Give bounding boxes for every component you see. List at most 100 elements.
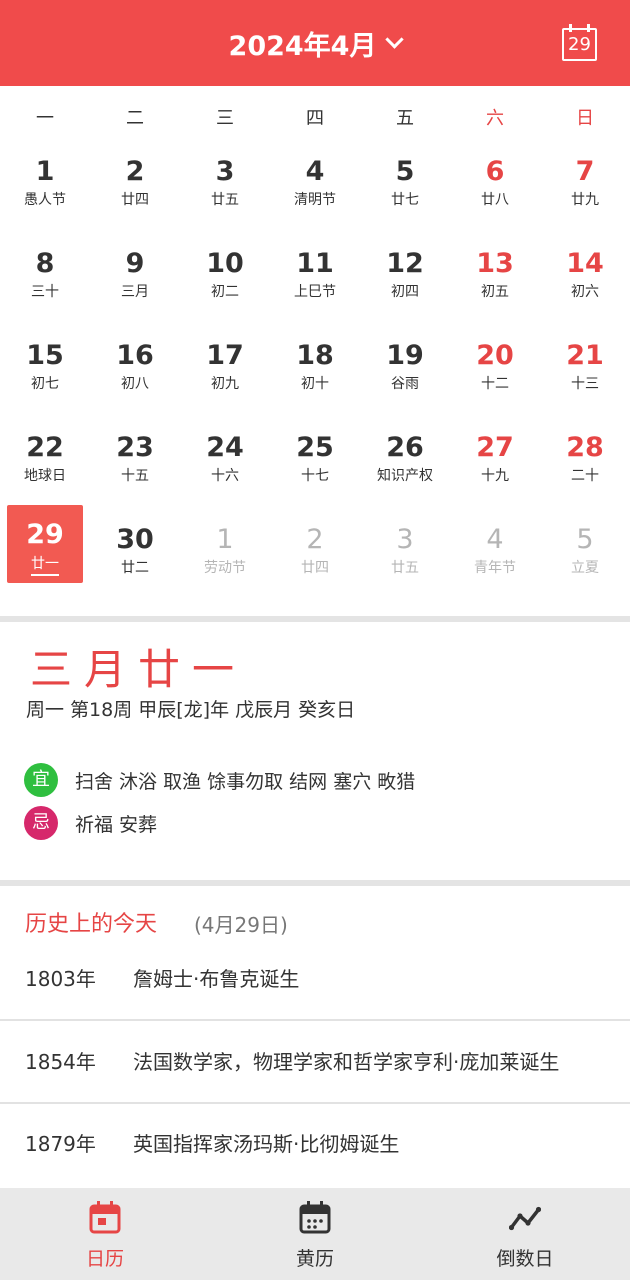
month-title: 2024年4月 <box>228 30 377 62</box>
history-year: 1854年 <box>25 1050 96 1074</box>
day-number: 29 <box>26 519 64 550</box>
calendar-day-selected[interactable]: 29 廿一 <box>0 505 90 600</box>
lunar-label: 清明节 <box>294 192 336 208</box>
day-number: 1 <box>35 156 55 187</box>
history-item[interactable]: 1854年 法国数学家，物理学家和哲学家亨利·庞加莱诞生 <box>0 1021 630 1103</box>
day-number: 5 <box>576 524 594 555</box>
day-number: 22 <box>26 432 64 463</box>
calendar-day[interactable]: 30 廿二 <box>90 508 180 600</box>
lunar-label: 知识产权 <box>377 468 433 484</box>
lunar-label: 初四 <box>391 284 419 300</box>
calendar-pin-right <box>587 24 590 32</box>
calendar-day[interactable]: 28 二十 <box>540 416 630 508</box>
calendar-day-next-month[interactable]: 4 青年节 <box>450 508 540 600</box>
lunar-label: 初九 <box>211 376 239 392</box>
history-item[interactable]: 1803年 詹姆士·布鲁克诞生 <box>0 938 630 1020</box>
calendar-day[interactable]: 4 清明节 <box>270 140 360 232</box>
calendar-day[interactable]: 7 廿九 <box>540 140 630 232</box>
history-event: 詹姆士·布鲁克诞生 <box>133 967 300 991</box>
calendar-day[interactable]: 13 初五 <box>450 232 540 324</box>
today-button[interactable]: 29 <box>562 24 599 61</box>
history-event: 法国数学家，物理学家和哲学家亨利·庞加莱诞生 <box>133 1050 560 1074</box>
lunar-label: 廿二 <box>121 560 149 576</box>
calendar-week: 29 廿一 30 廿二 1 劳动节 2 廿四 3 廿五 4 青年节 5 立夏 <box>0 505 630 600</box>
calendar-day[interactable]: 5 廿七 <box>360 140 450 232</box>
section-divider <box>0 616 630 622</box>
calendar-day[interactable]: 14 初六 <box>540 232 630 324</box>
lunar-label: 十七 <box>301 468 329 484</box>
calendar-day[interactable]: 9 三月 <box>90 232 180 324</box>
history-event: 英国指挥家汤玛斯·比彻姆诞生 <box>133 1132 400 1156</box>
lunar-label: 廿一 <box>31 554 59 576</box>
ji-badge: 忌 <box>24 806 58 840</box>
lunar-label: 初七 <box>31 376 59 392</box>
lunar-label: 廿八 <box>481 192 509 208</box>
calendar-day[interactable]: 11 上巳节 <box>270 232 360 324</box>
month-selector[interactable]: 2024年4月 <box>0 0 630 86</box>
ji-text: 祈福 安葬 <box>75 813 158 836</box>
calendar-day[interactable]: 22 地球日 <box>0 416 90 508</box>
calendar-day[interactable]: 18 初十 <box>270 324 360 416</box>
app-header: 2024年4月 29 <box>0 0 630 86</box>
day-number: 27 <box>476 432 514 463</box>
tab-label: 日历 <box>85 1248 124 1270</box>
day-number: 2 <box>306 524 324 555</box>
day-number: 30 <box>116 524 154 555</box>
date-info: 周一 第18周 甲辰[龙]年 戊辰月 癸亥日 <box>26 699 356 721</box>
calendar-day[interactable]: 12 初四 <box>360 232 450 324</box>
day-number: 10 <box>206 248 244 279</box>
calendar-day[interactable]: 6 廿八 <box>450 140 540 232</box>
lunar-label: 青年节 <box>474 560 516 576</box>
history-title: 历史上的今天 <box>25 912 158 937</box>
calendar-day-next-month[interactable]: 5 立夏 <box>540 508 630 600</box>
calendar-day[interactable]: 2 廿四 <box>90 140 180 232</box>
chevron-down-icon <box>385 29 405 49</box>
lunar-label: 初十 <box>301 376 329 392</box>
calendar-day-next-month[interactable]: 3 廿五 <box>360 508 450 600</box>
calendar-day[interactable]: 10 初二 <box>180 232 270 324</box>
day-number: 11 <box>296 248 334 279</box>
tab-label: 黄历 <box>295 1248 334 1270</box>
calendar-day[interactable]: 20 十二 <box>450 324 540 416</box>
day-number: 4 <box>486 524 504 555</box>
day-number: 24 <box>206 432 244 463</box>
calendar-icon <box>89 1201 121 1234</box>
tab-almanac[interactable]: 黄历 <box>210 1188 420 1280</box>
calendar-day[interactable]: 27 十九 <box>450 416 540 508</box>
day-number: 3 <box>396 524 414 555</box>
calendar-day[interactable]: 25 十七 <box>270 416 360 508</box>
day-number: 25 <box>296 432 334 463</box>
history-year: 1803年 <box>25 967 96 991</box>
day-number: 13 <box>476 248 514 279</box>
day-number: 26 <box>386 432 424 463</box>
ji-row: 忌 祈福 安葬 <box>24 806 157 840</box>
calendar-day[interactable]: 19 谷雨 <box>360 324 450 416</box>
calendar-week: 1 愚人节 2 廿四 3 廿五 4 清明节 5 廿七 6 廿八 7 廿九 <box>0 140 630 232</box>
calendar-day[interactable]: 3 廿五 <box>180 140 270 232</box>
history-year: 1879年 <box>25 1132 96 1156</box>
lunar-label: 廿七 <box>391 192 419 208</box>
tab-calendar[interactable]: 日历 <box>0 1188 210 1280</box>
today-number: 29 <box>568 34 591 55</box>
calendar-day[interactable]: 15 初七 <box>0 324 90 416</box>
calendar-day[interactable]: 1 愚人节 <box>0 140 90 232</box>
lunar-label: 十二 <box>481 376 509 392</box>
calendar-day[interactable]: 26 知识产权 <box>360 416 450 508</box>
calendar-grid: 1 愚人节 2 廿四 3 廿五 4 清明节 5 廿七 6 廿八 7 廿九 8 三十 9 三月 10… <box>0 140 630 600</box>
calendar-day[interactable]: 8 三十 <box>0 232 90 324</box>
tab-countdown[interactable]: 倒数日 <box>420 1188 630 1280</box>
calendar-day[interactable]: 21 十三 <box>540 324 630 416</box>
lunar-label: 初五 <box>481 284 509 300</box>
calendar-day[interactable]: 23 十五 <box>90 416 180 508</box>
calendar-day-next-month[interactable]: 2 廿四 <box>270 508 360 600</box>
day-number: 12 <box>386 248 424 279</box>
day-number: 14 <box>566 248 604 279</box>
history-item[interactable]: 1879年 英国指挥家汤玛斯·比彻姆诞生 <box>0 1103 630 1185</box>
calendar-day[interactable]: 17 初九 <box>180 324 270 416</box>
calendar-day[interactable]: 16 初八 <box>90 324 180 416</box>
lunar-label: 廿四 <box>301 560 329 576</box>
day-number: 21 <box>566 340 604 371</box>
section-divider <box>0 880 630 886</box>
calendar-day[interactable]: 24 十六 <box>180 416 270 508</box>
calendar-day-next-month[interactable]: 1 劳动节 <box>180 508 270 600</box>
